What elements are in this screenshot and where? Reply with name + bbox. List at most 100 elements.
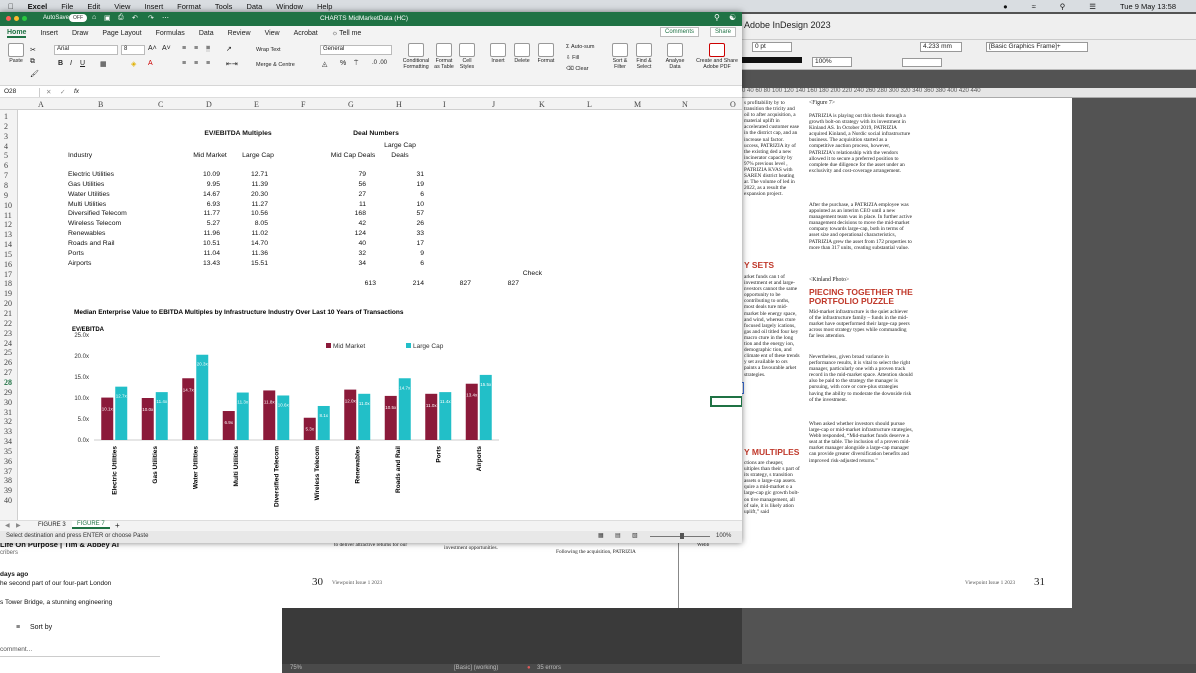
table-cell[interactable]: 19: [384, 181, 424, 188]
row-header[interactable]: 4: [4, 142, 8, 151]
share-button[interactable]: Share: [710, 27, 737, 37]
table-cell[interactable]: Wireless Telecom: [68, 220, 121, 227]
active-cell-O28[interactable]: [710, 396, 742, 407]
print-icon[interactable]: ⎙: [118, 14, 124, 22]
table-cell[interactable]: 12.71: [228, 171, 268, 178]
column-header[interactable]: G: [348, 100, 354, 109]
column-header[interactable]: E: [254, 100, 259, 109]
menu-tools[interactable]: Tools: [215, 2, 233, 11]
font-name-select[interactable]: Arial: [54, 45, 118, 55]
page-break-icon[interactable]: ▧: [632, 532, 638, 539]
sheet-nav-prev-icon[interactable]: ◀: [5, 522, 10, 529]
row-header[interactable]: 28: [4, 378, 12, 387]
menu-window[interactable]: Window: [276, 2, 303, 11]
tab-insert[interactable]: Insert: [40, 30, 58, 37]
align-middle-icon[interactable]: ≡: [194, 45, 198, 52]
status-icon[interactable]: ●: [1003, 2, 1008, 11]
column-header[interactable]: F: [301, 100, 305, 109]
format-cells-button[interactable]: Format: [534, 43, 558, 64]
indent-icons[interactable]: ⇤⇥: [226, 60, 238, 68]
underline-icon[interactable]: U: [80, 60, 85, 67]
table-cell[interactable]: Airports: [68, 260, 91, 267]
tab-formulas[interactable]: Formulas: [156, 30, 185, 37]
width-field[interactable]: 4.233 mm: [920, 42, 962, 52]
minimize-icon[interactable]: [14, 16, 19, 21]
row-header[interactable]: 40: [4, 496, 12, 505]
orientation-icon[interactable]: ↗: [226, 45, 232, 53]
table-cell[interactable]: 13.43: [180, 260, 220, 267]
table-cell[interactable]: 32: [326, 250, 366, 257]
row-header[interactable]: 1: [4, 112, 8, 121]
stroke-weight-field[interactable]: 0 pt: [752, 42, 792, 52]
table-cell[interactable]: Electric Utilities: [68, 171, 114, 178]
table-cell[interactable]: 26: [384, 220, 424, 227]
row-header[interactable]: 7: [4, 171, 8, 180]
row-header[interactable]: 24: [4, 339, 12, 348]
row-header[interactable]: 34: [4, 437, 12, 446]
table-cell[interactable]: 11.02: [228, 230, 268, 237]
id-style[interactable]: [Basic] (working): [454, 665, 498, 671]
redo-icon[interactable]: ↷: [148, 14, 154, 22]
table-cell[interactable]: 20.30: [228, 191, 268, 198]
normal-view-icon[interactable]: ▦: [598, 532, 604, 539]
table-cell[interactable]: 11.04: [180, 250, 220, 257]
formula-input[interactable]: [90, 87, 736, 97]
name-box[interactable]: O28: [2, 88, 40, 97]
table-cell[interactable]: 11.39: [228, 181, 268, 188]
table-cell[interactable]: Multi Utilities: [68, 201, 106, 208]
column-header[interactable]: J: [492, 100, 495, 109]
sort-filter-button[interactable]: Sort & Filter: [608, 43, 632, 70]
row-header[interactable]: 38: [4, 476, 12, 485]
tab-view[interactable]: View: [265, 30, 280, 37]
row-header[interactable]: 30: [4, 398, 12, 407]
row-header[interactable]: 21: [4, 309, 12, 318]
cell-styles-button[interactable]: Cell Styles: [456, 43, 478, 70]
row-header[interactable]: 19: [4, 289, 12, 298]
conditional-formatting-button[interactable]: Conditional Formatting: [400, 43, 432, 70]
table-cell[interactable]: 31: [384, 171, 424, 178]
align-center-icon[interactable]: ≡: [194, 60, 198, 67]
row-header[interactable]: 22: [4, 319, 12, 328]
tab-draw[interactable]: Draw: [72, 30, 88, 37]
table-cell[interactable]: 79: [326, 171, 366, 178]
row-header[interactable]: 20: [4, 299, 12, 308]
currency-icon[interactable]: ◬: [322, 60, 327, 68]
bold-icon[interactable]: B: [58, 60, 63, 67]
font-color-icon[interactable]: A: [148, 60, 153, 67]
ref-field[interactable]: [902, 58, 942, 67]
find-select-button[interactable]: Find & Select: [632, 43, 656, 70]
align-left-icon[interactable]: ≡: [182, 60, 186, 67]
close-icon[interactable]: [6, 16, 11, 21]
row-header[interactable]: 31: [4, 408, 12, 417]
column-header[interactable]: M: [634, 100, 641, 109]
sheet-nav-next-icon[interactable]: ▶: [16, 522, 21, 529]
undo-icon[interactable]: ↶: [132, 14, 138, 22]
apple-icon[interactable]: : [8, 2, 14, 11]
table-cell[interactable]: 33: [384, 230, 424, 237]
search-icon[interactable]: ⚲: [1060, 2, 1066, 11]
tell-me-input[interactable]: Tell me: [339, 30, 361, 37]
wrap-text-button[interactable]: Wrap Text: [256, 47, 281, 53]
column-header[interactable]: L: [587, 100, 592, 109]
tab-page-layout[interactable]: Page Layout: [102, 30, 141, 37]
row-header[interactable]: 39: [4, 486, 12, 495]
sheet-tab-figure7[interactable]: FIGURE 7: [72, 521, 110, 529]
table-cell[interactable]: 34: [326, 260, 366, 267]
row-header[interactable]: 17: [4, 270, 12, 279]
row-header[interactable]: 10: [4, 201, 12, 210]
zoom-slider-thumb[interactable]: [680, 533, 684, 539]
table-cell[interactable]: 10: [384, 201, 424, 208]
share-person-icon[interactable]: ☯: [729, 13, 736, 22]
table-cell[interactable]: Gas Utilities: [68, 181, 104, 188]
align-bottom-icon[interactable]: ≡: [206, 45, 211, 52]
table-cell[interactable]: 15.51: [228, 260, 268, 267]
object-style-select[interactable]: [Basic Graphics Frame]+: [986, 42, 1088, 52]
autosum-button[interactable]: Σ Auto-sum: [566, 44, 594, 50]
table-cell[interactable]: 9.95: [180, 181, 220, 188]
row-header[interactable]: 9: [4, 191, 8, 200]
row-header[interactable]: 2: [4, 122, 8, 131]
table-cell[interactable]: 168: [326, 210, 366, 217]
table-cell[interactable]: Ports: [68, 250, 84, 257]
merge-centre-button[interactable]: Merge & Centre: [256, 62, 295, 68]
fill-color-icon[interactable]: ◈: [131, 60, 136, 68]
